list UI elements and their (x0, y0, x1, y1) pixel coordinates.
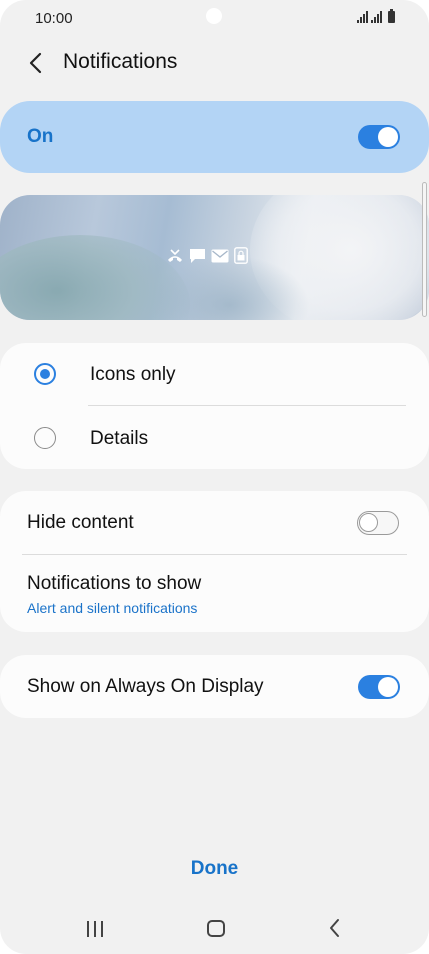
phone-screen: 10:00 Notifications On Icons only Detail… (0, 0, 429, 954)
email-icon (211, 249, 229, 268)
style-option-label: Icons only (90, 364, 176, 385)
hide-content-toggle[interactable] (357, 511, 399, 535)
header: Notifications (0, 40, 429, 88)
back-icon[interactable] (328, 918, 340, 943)
style-option-label: Details (90, 428, 149, 449)
aod-row[interactable]: Show on Always On Display (0, 655, 429, 718)
page-title: Notifications (63, 50, 178, 73)
aod-toggle[interactable] (358, 675, 400, 699)
front-camera (206, 8, 222, 24)
message-icon (189, 248, 206, 269)
hide-content-row[interactable]: Hide content (0, 491, 429, 554)
scrollbar[interactable] (422, 182, 427, 317)
missed-call-icon (166, 248, 184, 269)
master-switch-row[interactable]: On (0, 101, 429, 173)
notifications-to-show-row[interactable]: Notifications to show Alert and silent n… (0, 555, 429, 632)
navigation-bar (0, 905, 429, 953)
preview-notification-icons (166, 247, 248, 269)
back-arrow-icon[interactable] (22, 50, 48, 76)
radio-icons-only[interactable] (34, 363, 56, 385)
hide-content-label: Hide content (27, 512, 134, 533)
aod-card: Show on Always On Display (0, 655, 429, 718)
master-switch-toggle[interactable] (358, 125, 400, 149)
done-button[interactable]: Done (0, 858, 429, 880)
radio-details[interactable] (34, 427, 56, 449)
style-option-details[interactable]: Details (0, 406, 429, 469)
status-icons (357, 9, 395, 23)
content-settings-card: Hide content Notifications to show Alert… (0, 491, 429, 632)
style-options-card: Icons only Details (0, 343, 429, 469)
status-bar: 10:00 (0, 0, 429, 38)
recent-apps-icon[interactable] (87, 921, 103, 937)
lock-icon (234, 247, 248, 269)
signal-icon (371, 11, 382, 23)
signal-icon (357, 11, 368, 23)
battery-icon (388, 9, 395, 23)
notifications-to-show-value: Alert and silent notifications (27, 600, 198, 616)
notifications-to-show-label: Notifications to show (27, 573, 202, 594)
master-switch-label: On (27, 126, 54, 147)
style-option-icons-only[interactable]: Icons only (0, 343, 429, 406)
aod-label: Show on Always On Display (27, 676, 264, 697)
home-icon[interactable] (207, 920, 225, 937)
status-time: 10:00 (35, 10, 73, 27)
